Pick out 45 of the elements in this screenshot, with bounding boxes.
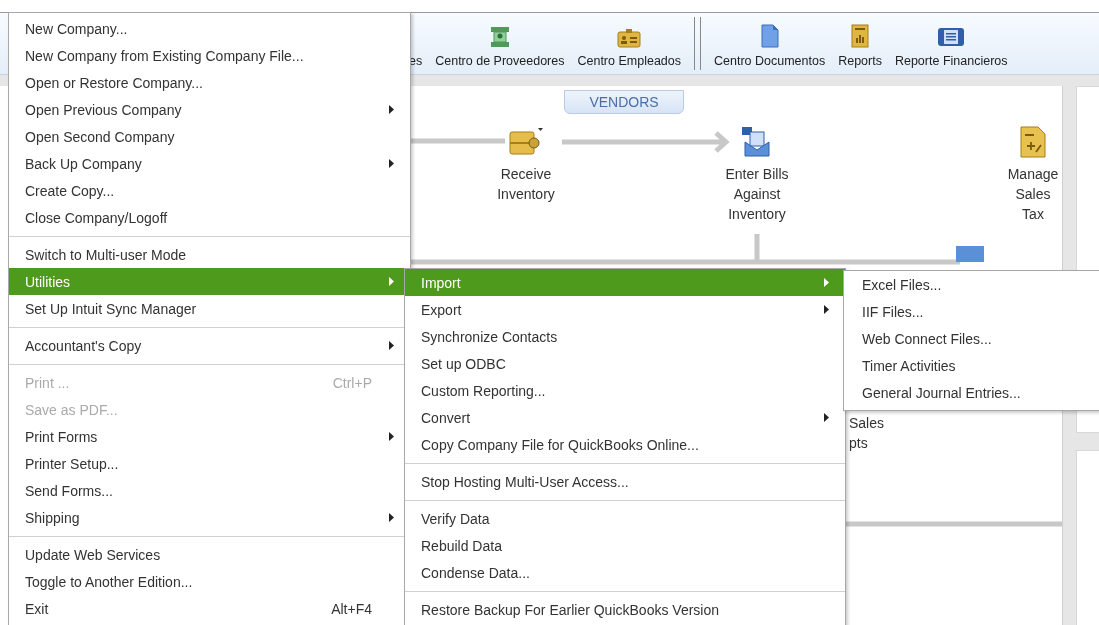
menu-item[interactable]: General Journal Entries... [844,379,1099,406]
menu-item[interactable]: Copy Company File for QuickBooks Online... [405,431,845,458]
id-badge-icon [617,28,642,48]
menu-item[interactable]: Open Previous Company [9,96,410,123]
menu-item[interactable]: Switch to Multi-user Mode [9,241,410,268]
menu-item[interactable]: Rebuild Data [405,532,845,559]
panel-icon [937,26,966,48]
toolbar-button[interactable]: Centro Empleados [577,28,681,74]
menu-item[interactable]: New Company from Existing Company File... [9,42,410,69]
toolbar-button[interactable]: Reporte Financieros [894,26,1008,74]
menu-item[interactable]: Condense Data... [405,559,845,586]
menu-item[interactable]: Timer Activities [844,352,1099,379]
node-label[interactable]: Enter Bills Against Inventory [712,164,802,224]
menu-item[interactable]: Set up ODBC [405,350,845,377]
menu-item[interactable]: Custom Reporting... [405,377,845,404]
menu-item[interactable]: Excel Files... [844,271,1099,298]
toolbar-button[interactable]: Centro de Proveedores [435,26,565,74]
menu-item[interactable]: Restore Backup For Earlier QuickBooks Version [405,596,845,623]
vendor-icon [489,26,510,48]
node-label: Sales [849,415,885,431]
menu-item[interactable]: Open Second Company [9,123,410,150]
menu-item[interactable]: Open or Restore Company... [9,69,410,96]
menu-item[interactable]: Convert [405,404,845,431]
section-tab[interactable]: VENDORS [564,90,684,114]
menu-item[interactable]: Create Copy... [9,177,410,204]
tax-document-icon [1020,126,1046,158]
menu-item[interactable]: Close Company/Logoff [9,204,410,231]
menu-item[interactable]: Web Connect Files... [844,325,1099,352]
node-label: pts [849,435,868,451]
box-truck-icon [508,126,544,158]
toolbar-button[interactable]: Reports [838,24,882,74]
menu-item[interactable]: Stop Hosting Multi-User Access... [405,468,845,495]
document-icon [760,24,779,48]
toolbar-divider [694,17,701,70]
toolbar-button[interactable]: Centro Documentos [714,24,826,74]
menu-item[interactable]: Import [405,269,845,296]
menu-item[interactable]: New Company... [9,15,410,42]
menu-item[interactable]: Export [405,296,845,323]
node-label[interactable]: Receive Inventory [496,164,556,204]
menu-item[interactable]: Back Up Company [9,150,410,177]
menu-item[interactable]: Verify Data [405,505,845,532]
menu-item[interactable]: Synchronize Contacts [405,323,845,350]
node-label[interactable]: Manage Sales Tax [1003,164,1063,224]
menu-item[interactable]: IIF Files... [844,298,1099,325]
report-icon [851,24,870,48]
